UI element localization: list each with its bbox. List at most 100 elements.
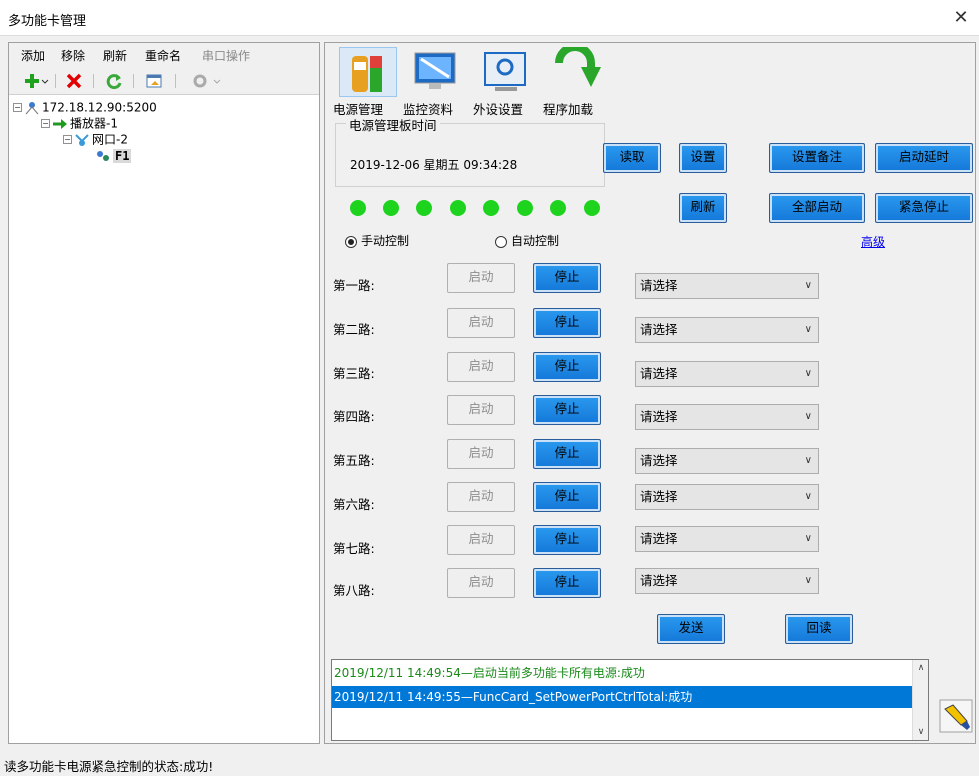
tree-node-server[interactable]: − 172.18.12.90:5200 (13, 99, 157, 115)
collapse-icon[interactable]: − (13, 103, 22, 112)
power-time-value: 2019-12-06 星期五 09:34:28 (350, 158, 518, 172)
collapse-icon[interactable]: − (41, 119, 50, 128)
start-all-button[interactable]: 全部启动 (769, 193, 865, 223)
manual-control-radio[interactable]: 手动控制 (345, 232, 409, 249)
close-button[interactable]: ✕ (949, 6, 973, 30)
channel-stop-button[interactable]: 停止 (533, 482, 601, 512)
channel-start-button[interactable]: 启动 (447, 439, 515, 469)
channel-select[interactable]: 请选择 ∨ (635, 568, 819, 594)
log-list[interactable]: 2019/12/11 14:49:54—启动当前多功能卡所有电源:成功 2019… (331, 659, 929, 741)
select-value: 请选择 (640, 322, 678, 337)
select-value: 请选择 (640, 366, 678, 381)
channel-stop-button[interactable]: 停止 (533, 263, 601, 293)
broom-icon (939, 699, 973, 733)
tab-monitor-data[interactable]: 监控资料 (403, 45, 473, 117)
channel-select[interactable]: 请选择 ∨ (635, 484, 819, 510)
power-led (416, 200, 432, 216)
channel-start-button[interactable]: 启动 (447, 482, 515, 512)
tab-power-management[interactable]: 电源管理 (333, 45, 403, 117)
power-led (350, 200, 366, 216)
channel-select[interactable]: 请选择 ∨ (635, 273, 819, 299)
title-bar: 多功能卡管理 ✕ (0, 0, 979, 36)
window-icon[interactable] (145, 72, 163, 90)
channel-label: 第六路: (333, 497, 375, 512)
tab-peripheral-settings[interactable]: 外设设置 (473, 45, 543, 117)
set-button[interactable]: 设置 (679, 143, 727, 173)
channel-label: 第五路: (333, 453, 375, 468)
channel-stop-button[interactable]: 停止 (533, 395, 601, 425)
channel-stop-button[interactable]: 停止 (533, 568, 601, 598)
send-button[interactable]: 发送 (657, 614, 725, 644)
channel-select[interactable]: 请选择 ∨ (635, 404, 819, 430)
chevron-down-icon: ∨ (804, 533, 812, 544)
channel-start-button[interactable]: 启动 (447, 525, 515, 555)
set-note-button[interactable]: 设置备注 (769, 143, 865, 173)
radio-label: 手动控制 (361, 234, 410, 248)
tree-label-card: F1 (113, 148, 132, 163)
tree-label-server: 172.18.12.90:5200 (42, 100, 157, 115)
channel-label: 第三路: (333, 366, 375, 381)
channel-stop-button[interactable]: 停止 (533, 308, 601, 338)
readback-button[interactable]: 回读 (785, 614, 853, 644)
monitor-icon (409, 47, 467, 97)
channel-start-button[interactable]: 启动 (447, 568, 515, 598)
power-led (383, 200, 399, 216)
power-led (550, 200, 566, 216)
status-bar: 读多功能卡电源紧急控制的状态:成功! (0, 750, 979, 776)
power-management-icon (339, 47, 397, 97)
scroll-down-icon[interactable]: ∨ (913, 724, 929, 740)
channel-stop-button[interactable]: 停止 (533, 352, 601, 382)
chevron-down-icon[interactable] (213, 72, 221, 90)
power-time-group: 电源管理板时间 2019-12-06 星期五 09:34:28 (335, 115, 605, 187)
channel-start-button[interactable]: 启动 (447, 263, 515, 293)
auto-control-radio[interactable]: 自动控制 (495, 232, 559, 249)
read-button[interactable]: 读取 (603, 143, 661, 173)
clear-log-button[interactable] (939, 699, 973, 733)
tree-node-player[interactable]: − 播放器-1 (41, 115, 118, 131)
log-scrollbar[interactable]: ∧ ∨ (912, 660, 928, 740)
log-line[interactable]: 2019/12/11 14:49:54—启动当前多功能卡所有电源:成功 (332, 662, 914, 684)
channel-select[interactable]: 请选择 ∨ (635, 526, 819, 552)
delete-icon[interactable] (65, 72, 83, 90)
channel-label: 第一路: (333, 278, 375, 293)
radio-indicator (345, 235, 357, 248)
channel-stop-button[interactable]: 停止 (533, 525, 601, 555)
tab-program-load[interactable]: 程序加载 (543, 43, 613, 117)
tree-node-port[interactable]: − 网口-2 (63, 131, 128, 147)
chevron-down-icon[interactable] (41, 72, 49, 90)
power-led (450, 200, 466, 216)
collapse-icon[interactable]: − (63, 135, 72, 144)
network-icon (24, 101, 40, 115)
channel-start-button[interactable]: 启动 (447, 352, 515, 382)
scroll-up-icon[interactable]: ∧ (913, 660, 929, 676)
select-value: 请选择 (640, 278, 678, 293)
menu-refresh[interactable]: 刷新 (103, 47, 127, 64)
refresh-button[interactable]: 刷新 (679, 193, 727, 223)
function-card-panel: 电源管理 监控资料 外设设置 程序加载 电源管理板时间 2019-12-06 星… (324, 42, 976, 744)
start-delay-button[interactable]: 启动延时 (875, 143, 973, 173)
advanced-link[interactable]: 高级 (861, 233, 885, 250)
power-led (584, 200, 600, 216)
add-icon[interactable] (23, 72, 41, 90)
channel-select[interactable]: 请选择 ∨ (635, 448, 819, 474)
channel-start-button[interactable]: 启动 (447, 395, 515, 425)
emergency-stop-button[interactable]: 紧急停止 (875, 193, 973, 223)
channel-select[interactable]: 请选择 ∨ (635, 361, 819, 387)
channel-select[interactable]: 请选择 ∨ (635, 317, 819, 343)
refresh-icon[interactable] (105, 72, 123, 90)
select-value: 请选择 (640, 573, 678, 588)
tree-node-card[interactable]: F1 (95, 147, 132, 163)
channel-start-button[interactable]: 启动 (447, 308, 515, 338)
channel-stop-button[interactable]: 停止 (533, 439, 601, 469)
menu-rename[interactable]: 重命名 (145, 47, 181, 64)
window-title: 多功能卡管理 (8, 14, 87, 29)
menu-add[interactable]: 添加 (21, 47, 45, 64)
toolbar-divider (133, 74, 134, 88)
channel-label: 第四路: (333, 409, 375, 424)
power-time-legend: 电源管理板时间 (346, 115, 440, 134)
network-port-icon (74, 133, 90, 147)
menu-serial[interactable]: 串口操作 (202, 47, 250, 64)
settings-icon[interactable] (191, 72, 209, 90)
log-line-selected[interactable]: 2019/12/11 14:49:55—FuncCard_SetPowerPor… (332, 686, 914, 708)
menu-remove[interactable]: 移除 (61, 47, 85, 64)
